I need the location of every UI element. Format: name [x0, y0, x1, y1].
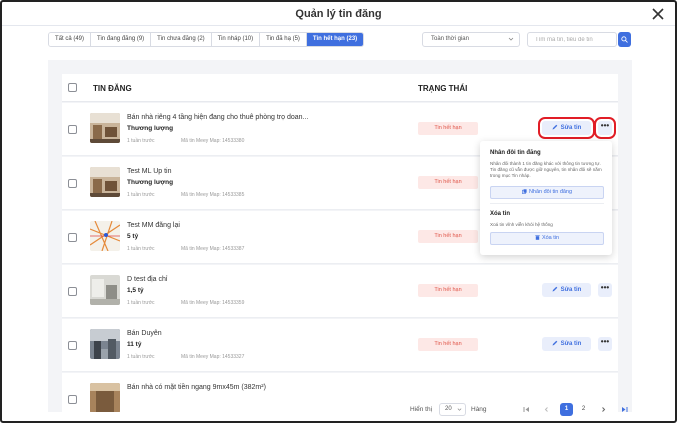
page-1-button[interactable]: 1: [560, 403, 573, 416]
delete-post-button[interactable]: Xóa tin: [490, 232, 604, 245]
more-options-button[interactable]: •••: [598, 283, 612, 297]
listing-code: Mã tin Meey Map: 14533380: [181, 138, 245, 144]
edit-post-button[interactable]: Sửa tin: [542, 337, 591, 351]
tab-all[interactable]: Tất cả (49): [49, 33, 92, 46]
more-options-button[interactable]: •••: [594, 117, 616, 139]
first-page-button[interactable]: [520, 403, 533, 416]
title-divider: [2, 25, 675, 26]
show-label: Hiển thị: [410, 406, 433, 413]
status-badge: Tin hết hạn: [418, 230, 478, 243]
listing-price: Thương lượng: [127, 179, 174, 186]
delete-description: Xoá tin vĩnh viễn khỏi hệ thống: [490, 222, 553, 227]
modal-title: Quản lý tin đăng: [295, 8, 382, 20]
page-size-select[interactable]: 20: [439, 403, 466, 416]
listing-time: 1 tuần trước: [127, 138, 155, 144]
status-tabs: Tất cả (49) Tin đang đăng (9) Tin chưa đ…: [48, 32, 365, 47]
chevron-left-icon: [544, 407, 548, 412]
status-badge: Tin hết hạn: [418, 176, 478, 189]
tab-draft[interactable]: Tin nháp (10): [211, 33, 261, 46]
column-header-status: TRẠNG THÁI: [418, 84, 468, 93]
tab-taken-down[interactable]: Tin đã hạ (5): [260, 33, 307, 46]
listing-title[interactable]: Test ML Up tin: [127, 168, 171, 175]
listing-thumbnail[interactable]: [90, 329, 120, 359]
chevron-right-icon: [602, 407, 606, 412]
listing-thumbnail[interactable]: [90, 221, 120, 251]
delete-heading: Xóa tin: [490, 211, 511, 217]
row-checkbox[interactable]: [68, 233, 77, 242]
copy-icon: [522, 189, 527, 194]
listing-time: 1 tuần trước: [127, 354, 155, 360]
page-size-value: 20: [445, 406, 452, 412]
tab-active[interactable]: Tin đang đăng (9): [91, 33, 152, 46]
popover-divider: [490, 203, 604, 204]
status-badge: Tin hết hạn: [418, 338, 478, 351]
table-row: D test địa chỉ 1,5 tỷ 1 tuần trước Mã ti…: [62, 265, 618, 318]
listing-thumbnail[interactable]: [90, 167, 120, 197]
listing-price: Thương lượng: [127, 125, 174, 132]
prev-page-button[interactable]: [540, 403, 553, 416]
chevron-down-icon: [457, 408, 462, 411]
edit-post-button[interactable]: Sửa tin: [542, 283, 591, 297]
edit-label: Sửa tin: [560, 287, 582, 293]
table-row: Bán Duyên 11 tỷ 1 tuần trước Mã tin Meey…: [62, 319, 618, 372]
tab-expired[interactable]: Tin hết hạn (23): [306, 33, 364, 46]
last-page-button[interactable]: [618, 403, 631, 416]
status-badge: Tin hết hạn: [418, 284, 478, 297]
period-value: Toàn thời gian: [431, 36, 469, 42]
edit-label: Sửa tin: [560, 125, 582, 131]
chevron-down-icon: [508, 37, 514, 41]
listing-time: 1 tuần trước: [127, 192, 155, 198]
manage-posts-modal: Quản lý tin đăng Tất cả (49) Tin đang đă…: [0, 0, 677, 423]
row-checkbox[interactable]: [68, 179, 77, 188]
trash-icon: [535, 235, 540, 240]
table-header: TIN ĐĂNG TRẠNG THÁI: [62, 74, 618, 102]
listing-time: 1 tuần trước: [127, 300, 155, 306]
listing-code: Mã tin Meey Map: 14533385: [181, 192, 245, 198]
row-checkbox[interactable]: [68, 125, 77, 134]
listing-title[interactable]: Test MM đăng lại: [127, 222, 180, 229]
listing-code: Mã tin Meey Map: 14533359: [181, 300, 245, 306]
next-page-button[interactable]: [597, 403, 610, 416]
duplicate-button-label: Nhân đôi tin đăng: [528, 189, 573, 195]
select-all-checkbox[interactable]: [68, 83, 77, 92]
first-page-icon: [523, 407, 529, 412]
close-icon[interactable]: [651, 7, 665, 21]
delete-button-label: Xóa tin: [541, 235, 560, 241]
search-button[interactable]: [618, 32, 631, 47]
last-page-icon: [622, 407, 628, 412]
column-header-post: TIN ĐĂNG: [93, 84, 132, 93]
search-input[interactable]: [527, 32, 617, 47]
page-2-button[interactable]: 2: [577, 403, 590, 416]
listing-thumbnail[interactable]: [90, 113, 120, 143]
listing-price: 11 tỷ: [127, 341, 142, 348]
duplicate-heading: Nhân đôi tin đăng: [490, 150, 541, 156]
tab-unpublished[interactable]: Tin chưa đăng (2): [151, 33, 212, 46]
listing-time: 1 tuần trước: [127, 246, 155, 252]
listing-title[interactable]: Bán nhà có mặt tiền ngang 9mx45m (382m²): [127, 384, 266, 391]
duplicate-post-button[interactable]: Nhân đôi tin đăng: [490, 186, 604, 199]
listing-price: 1,5 tỷ: [127, 287, 144, 294]
pagination-footer: Hiển thị 20 Hàng 1 2: [2, 402, 675, 420]
more-options-button[interactable]: •••: [598, 337, 612, 351]
period-select[interactable]: Toàn thời gian: [422, 32, 520, 47]
edit-label: Sửa tin: [560, 341, 582, 347]
duplicate-description: Nhân đôi thành 1 tin đăng khác với thông…: [490, 161, 602, 178]
listing-title[interactable]: Bán Duyên: [127, 330, 162, 337]
listing-title[interactable]: Bán nhà riêng 4 tầng hiện đang cho thuê …: [127, 114, 308, 121]
edit-post-button[interactable]: Sửa tin: [538, 117, 595, 139]
row-checkbox[interactable]: [68, 287, 77, 296]
listing-thumbnail[interactable]: [90, 275, 120, 305]
pencil-icon: [552, 340, 557, 346]
rows-label: Hàng: [471, 406, 487, 413]
listing-price: 5 tỷ: [127, 233, 139, 240]
pencil-icon: [552, 124, 557, 130]
listing-code: Mã tin Meey Map: 14533327: [181, 354, 245, 360]
more-options-popover: Nhân đôi tin đăng Nhân đôi thành 1 tin đ…: [480, 141, 612, 255]
status-badge: Tin hết hạn: [418, 122, 478, 135]
pencil-icon: [552, 286, 557, 292]
search-icon: [621, 36, 628, 43]
row-checkbox[interactable]: [68, 341, 77, 350]
listing-title[interactable]: D test địa chỉ: [127, 276, 167, 283]
listing-code: Mã tin Meey Map: 14533387: [181, 246, 245, 252]
